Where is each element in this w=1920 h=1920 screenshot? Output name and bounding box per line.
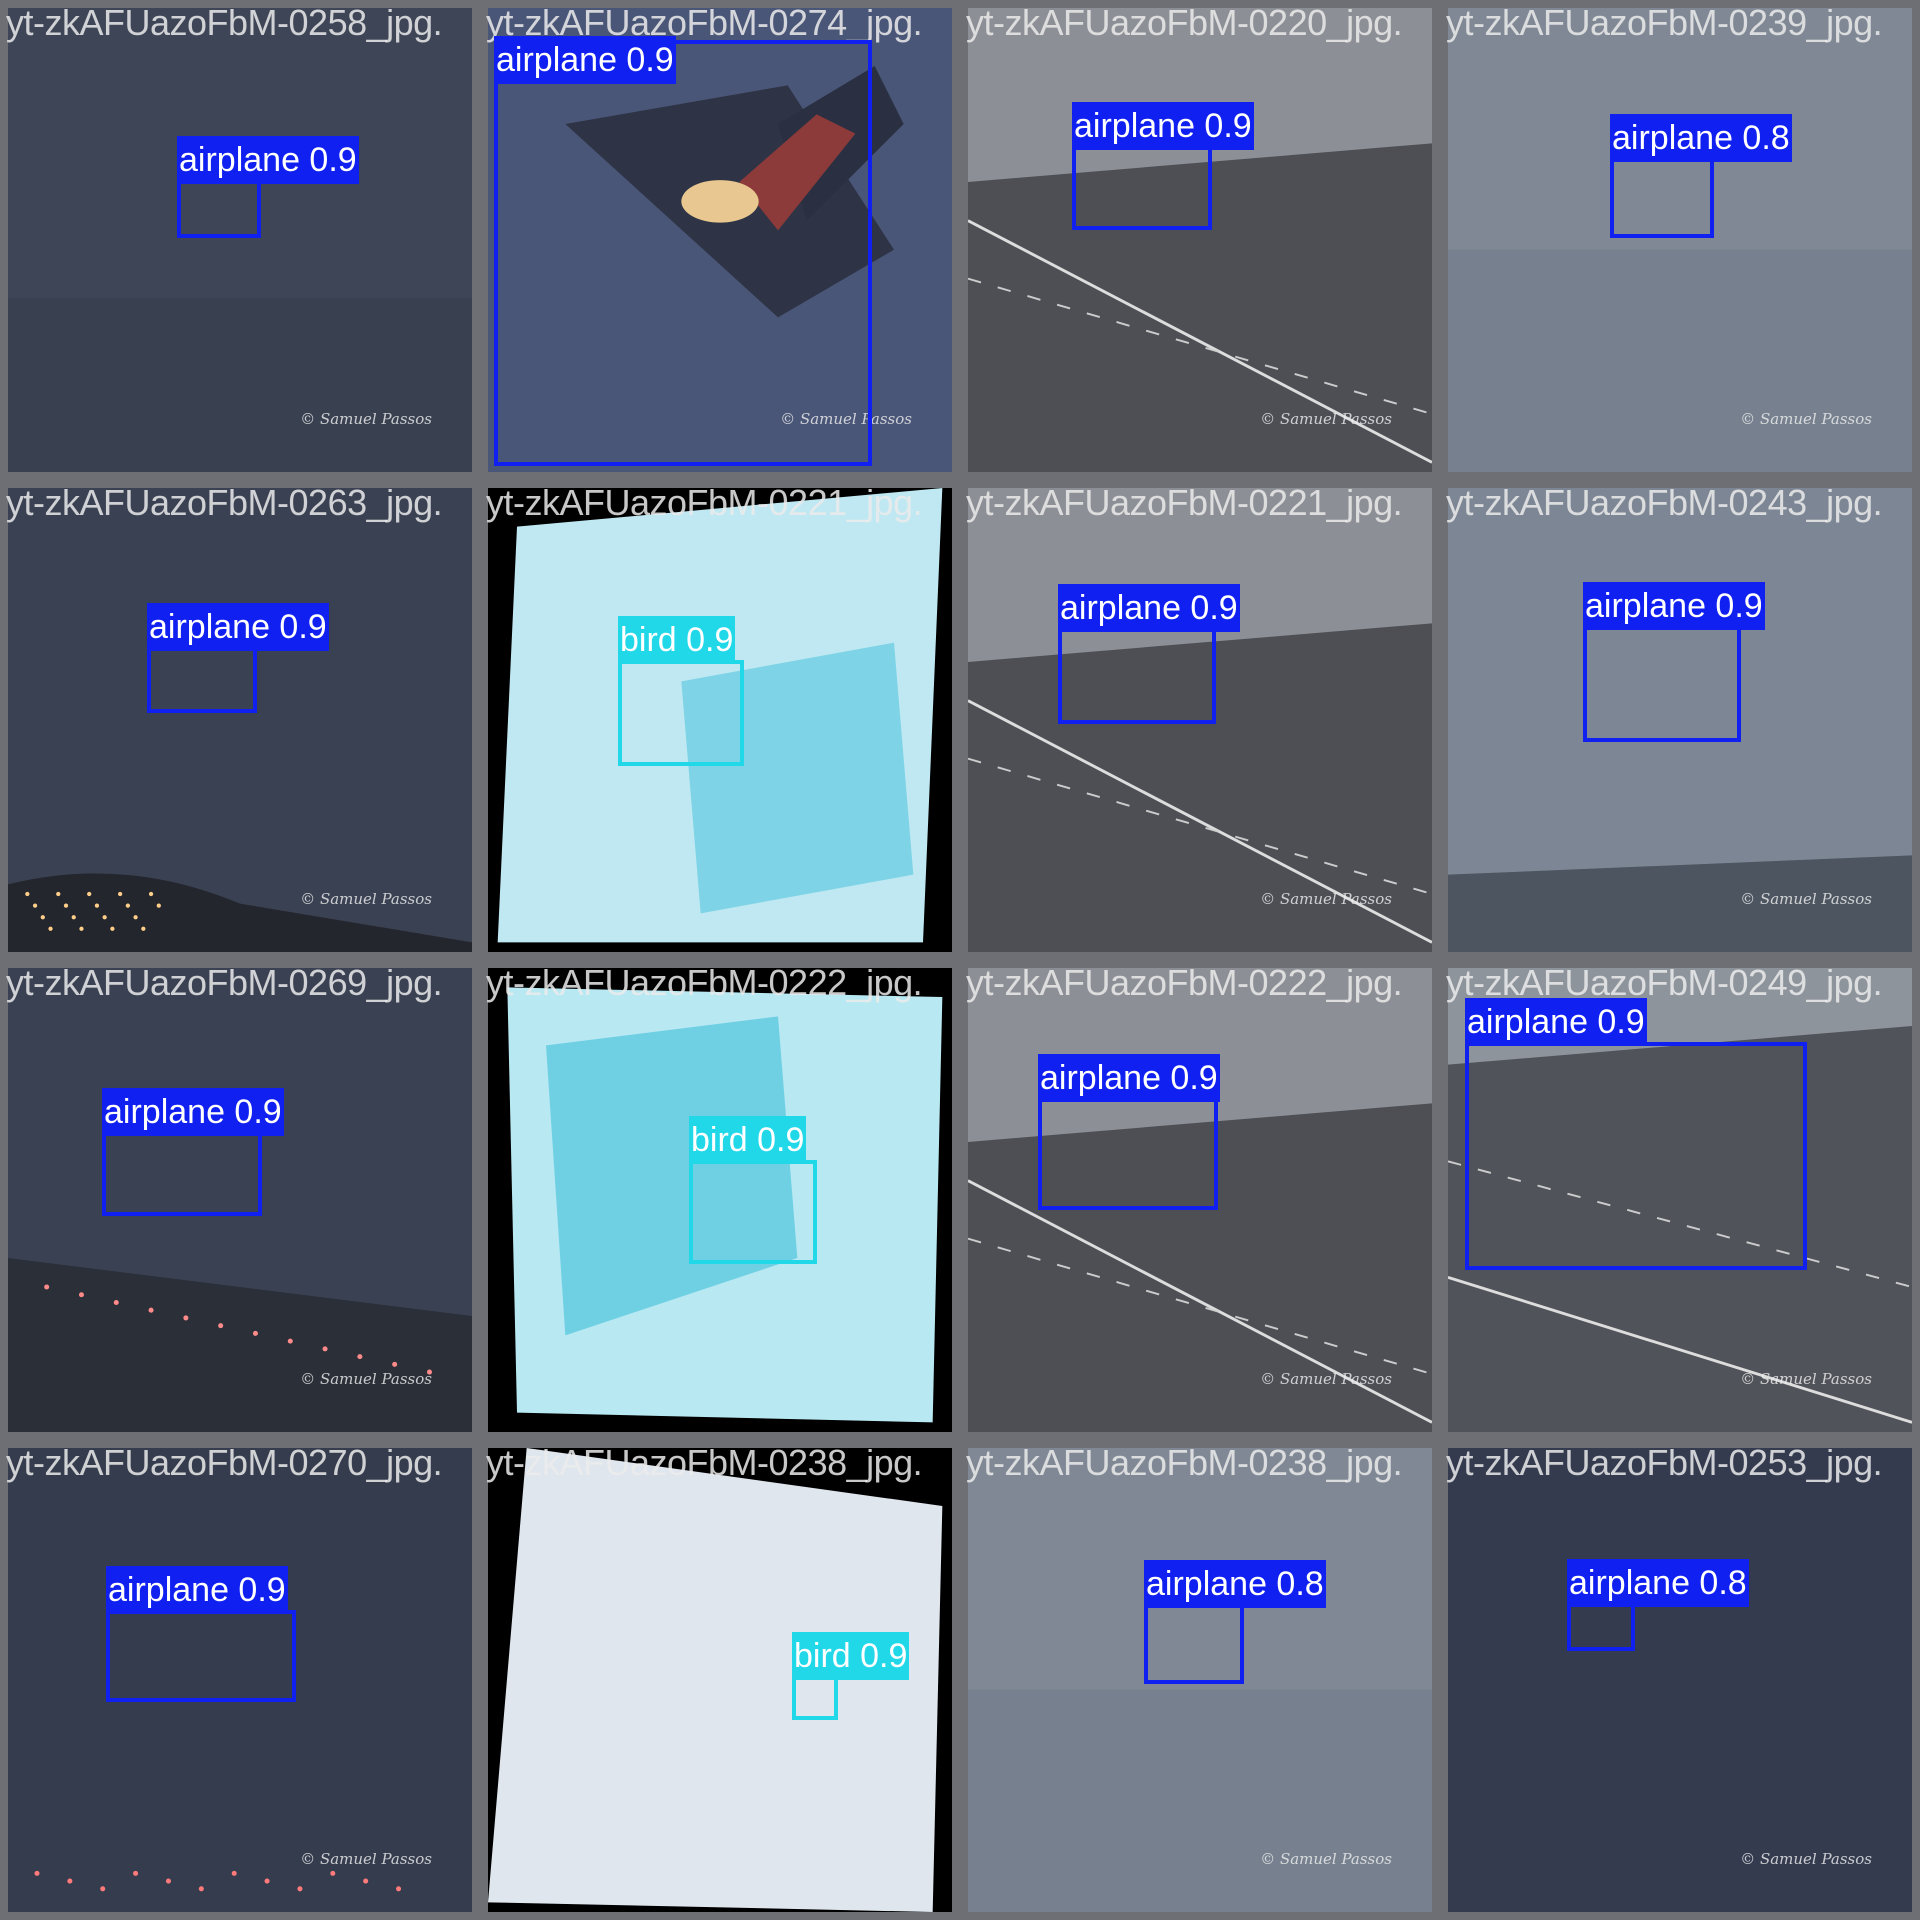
photo — [968, 8, 1432, 472]
photo-credit: © Samuel Passos — [1740, 1370, 1872, 1388]
filename-label: yt-zkAFUazoFbM-0263_jpg. — [6, 482, 443, 523]
detection-box — [1465, 1042, 1807, 1270]
filename-label: yt-zkAFUazoFbM-0269_jpg. — [6, 962, 443, 1003]
filename-label: yt-zkAFUazoFbM-0222_jpg. — [966, 962, 1403, 1003]
photo — [1448, 8, 1912, 472]
image-tile: yt-zkAFUazoFbM-0249_jpg. © Samuel Passos a… — [1440, 960, 1920, 1440]
image-tile: yt-zkAFUazoFbM-0221_jpg. © Samuel Passos a… — [960, 480, 1440, 960]
detection-label: airplane 0.8 — [1610, 114, 1792, 162]
filename-label: yt-zkAFUazoFbM-0253_jpg. — [1446, 1442, 1883, 1483]
filename-label: yt-zkAFUazoFbM-0270_jpg. — [6, 1442, 443, 1483]
filename-label: yt-zkAFUazoFbM-0243_jpg. — [1446, 482, 1883, 523]
filename-label: yt-zkAFUazoFbM-0220_jpg. — [966, 2, 1403, 43]
photo-credit: © Samuel Passos — [1740, 890, 1872, 908]
detection-label: airplane 0.8 — [1567, 1559, 1749, 1607]
detection-label: bird 0.9 — [618, 616, 736, 664]
image-tile: yt-zkAFUazoFbM-0222_jpg.bird 0.9 — [480, 960, 960, 1440]
filename-label: yt-zkAFUazoFbM-0258_jpg. — [6, 2, 443, 43]
photo-credit: © Samuel Passos — [300, 890, 432, 908]
photo-credit: © Samuel Passos — [1740, 1850, 1872, 1868]
photo-credit: © Samuel Passos — [1740, 410, 1872, 428]
detection-label: bird 0.9 — [689, 1116, 807, 1164]
photo — [8, 8, 472, 472]
photo-credit: © Samuel Passos — [1260, 1370, 1392, 1388]
detection-box — [1610, 158, 1714, 238]
detection-label: airplane 0.9 — [102, 1088, 284, 1136]
photo-scene — [8, 488, 472, 952]
detection-box — [689, 1160, 817, 1264]
detection-label: airplane 0.9 — [177, 136, 359, 184]
filename-label: yt-zkAFUazoFbM-0238_jpg. — [966, 1442, 1403, 1483]
detection-label: airplane 0.9 — [1583, 582, 1765, 630]
photo-credit: © Samuel Passos — [300, 410, 432, 428]
detection-box — [106, 1610, 296, 1702]
photo-credit: © Samuel Passos — [1260, 410, 1392, 428]
photo-credit: © Samuel Passos — [300, 1370, 432, 1388]
detection-box — [1567, 1603, 1635, 1651]
image-tile: yt-zkAFUazoFbM-0263_jpg. © Samuel Passos a… — [0, 480, 480, 960]
photo-scene — [1448, 8, 1912, 472]
image-tile: yt-zkAFUazoFbM-0239_jpg. © Samuel Passos a… — [1440, 0, 1920, 480]
detection-mosaic: yt-zkAFUazoFbM-0258_jpg. © Samuel Passos a… — [0, 0, 1920, 1920]
detection-box — [1058, 628, 1216, 724]
image-tile: yt-zkAFUazoFbM-0238_jpg.bird 0.9 — [480, 1440, 960, 1920]
image-tile: yt-zkAFUazoFbM-0253_jpg. © Samuel Passos a… — [1440, 1440, 1920, 1920]
filename-label: yt-zkAFUazoFbM-0221_jpg. — [966, 482, 1403, 523]
filename-label: yt-zkAFUazoFbM-0222_jpg. — [486, 962, 923, 1003]
photo-credit: © Samuel Passos — [1260, 890, 1392, 908]
filename-label: yt-zkAFUazoFbM-0239_jpg. — [1446, 2, 1883, 43]
photo-credit: © Samuel Passos — [1260, 1850, 1392, 1868]
photo — [8, 488, 472, 952]
image-tile: yt-zkAFUazoFbM-0258_jpg. © Samuel Passos a… — [0, 0, 480, 480]
detection-label: airplane 0.9 — [106, 1566, 288, 1614]
detection-box — [618, 660, 744, 766]
photo-credit: © Samuel Passos — [300, 1850, 432, 1868]
detection-box — [1144, 1604, 1244, 1684]
detection-label: airplane 0.9 — [1465, 998, 1647, 1046]
photo-scene — [1448, 1448, 1912, 1912]
image-tile: yt-zkAFUazoFbM-0238_jpg. © Samuel Passos a… — [960, 1440, 1440, 1920]
filename-label: yt-zkAFUazoFbM-0221_jpg. — [486, 482, 923, 523]
image-tile: yt-zkAFUazoFbM-0220_jpg. © Samuel Passos a… — [960, 0, 1440, 480]
image-tile: yt-zkAFUazoFbM-0243_jpg. © Samuel Passos a… — [1440, 480, 1920, 960]
image-tile: yt-zkAFUazoFbM-0270_jpg. © Samuel Passos a… — [0, 1440, 480, 1920]
detection-box — [1038, 1098, 1218, 1210]
photo-scene — [968, 8, 1432, 472]
detection-box — [792, 1676, 838, 1720]
detection-label: airplane 0.9 — [1072, 102, 1254, 150]
photo-scene — [8, 8, 472, 472]
detection-label: airplane 0.9 — [1038, 1054, 1220, 1102]
image-tile: yt-zkAFUazoFbM-0269_jpg. © Samuel Passos a… — [0, 960, 480, 1440]
detection-label: bird 0.9 — [792, 1632, 910, 1680]
detection-box — [494, 40, 872, 466]
detection-box — [177, 180, 261, 238]
filename-label: yt-zkAFUazoFbM-0238_jpg. — [486, 1442, 923, 1483]
detection-box — [1583, 626, 1741, 742]
image-tile: yt-zkAFUazoFbM-0221_jpg.bird 0.9 — [480, 480, 960, 960]
detection-box — [102, 1132, 262, 1216]
detection-label: airplane 0.9 — [147, 603, 329, 651]
detection-box — [1072, 146, 1212, 230]
detection-label: airplane 0.9 — [1058, 584, 1240, 632]
photo — [1448, 1448, 1912, 1912]
detection-label: airplane 0.9 — [494, 36, 676, 84]
detection-box — [147, 647, 257, 713]
photo-scene — [488, 1448, 952, 1912]
detection-label: airplane 0.8 — [1144, 1560, 1326, 1608]
photo — [488, 1448, 952, 1912]
image-tile: yt-zkAFUazoFbM-0274_jpg. © Samuel Passos a… — [480, 0, 960, 480]
image-tile: yt-zkAFUazoFbM-0222_jpg. © Samuel Passos a… — [960, 960, 1440, 1440]
